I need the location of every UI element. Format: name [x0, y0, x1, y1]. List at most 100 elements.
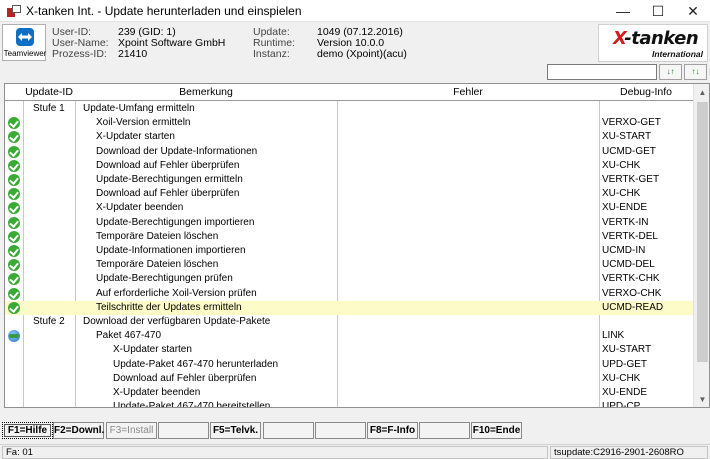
cell-debug-info: LINK — [602, 330, 625, 342]
table-row[interactable]: Teilschritte der Updates ermitteln UCMD-R… — [5, 300, 693, 315]
cell-bemerkung: X-Updater beenden — [113, 387, 201, 398]
cell-bemerkung: Update-Informationen importieren — [96, 245, 246, 256]
column-header-bemerkung[interactable]: Bemerkung — [75, 84, 337, 101]
cell-debug-info: VERTK-DEL — [602, 230, 658, 242]
function-key-3-button[interactable]: F3=Install — [106, 422, 157, 439]
table-row[interactable]: Download auf Fehler überprüfen XU-CHK — [5, 372, 693, 386]
table-row[interactable]: Stufe 2 Download der verfügbaren Update-P… — [5, 315, 693, 329]
cell-fehler — [341, 130, 597, 144]
cell-update-id — [33, 400, 75, 407]
table-row[interactable]: Download auf Fehler überprüfen XU-CHK — [5, 187, 693, 201]
table-row[interactable]: X-Updater beenden XU-ENDE — [5, 201, 693, 215]
cell-fehler — [341, 329, 597, 343]
cell-bemerkung: Update-Berechtigungen prüfen — [96, 273, 233, 285]
function-key-6-button[interactable] — [263, 422, 314, 439]
status-column-header[interactable] — [5, 84, 23, 101]
cell-bemerkung: X-Updater beenden — [96, 202, 184, 214]
table-row[interactable]: Update-Paket 467-470 herunterladen UPD-GE… — [5, 358, 693, 372]
cell-update-id — [33, 343, 75, 357]
teamviewer-icon — [16, 28, 34, 46]
table-row[interactable]: Paket 467-470 LINK — [5, 329, 693, 343]
cell-debug-info: XU-ENDE — [602, 387, 648, 398]
cell-debug-info: UCMD-DEL — [602, 259, 655, 271]
cell-bemerkung: X-Updater starten — [113, 344, 192, 356]
function-key-2-button[interactable]: F2=Downl. — [53, 422, 104, 439]
cell-update-id — [33, 130, 75, 144]
table-row[interactable]: Download der Update-Informationen UCMD-GE… — [5, 145, 693, 159]
cell-debug-info: VERTK-IN — [602, 216, 649, 228]
cell-bemerkung: Xoil-Version ermitteln — [96, 117, 191, 129]
minimize-button[interactable]: — — [606, 0, 640, 22]
cell-debug-info: XU-CHK — [602, 188, 641, 200]
table-row[interactable]: Stufe 1 Update-Umfang ermitteln — [5, 102, 693, 116]
scroll-up-icon[interactable]: ▲ — [694, 84, 709, 101]
function-key-7-button[interactable] — [315, 422, 366, 439]
cell-fehler — [341, 244, 597, 258]
table-row[interactable]: Update-Berechtigungen prüfen VERTK-CHK — [5, 272, 693, 286]
cell-fehler — [341, 201, 597, 215]
function-key-4-button[interactable] — [158, 422, 209, 439]
sort-descending-button[interactable]: ↑↓ — [684, 64, 707, 80]
status-firm: Fa: 01 — [2, 446, 548, 459]
scroll-thumb[interactable] — [697, 102, 708, 362]
function-key-10-button[interactable]: F10=Ende — [471, 422, 522, 439]
table-row[interactable]: X-Updater beenden XU-ENDE — [5, 386, 693, 400]
cell-fehler — [341, 187, 597, 201]
function-key-1-button[interactable]: F1=Hilfe — [2, 422, 53, 439]
logo-subtitle: International — [651, 49, 703, 59]
cell-fehler — [341, 386, 597, 400]
cell-update-id: Stufe 2 — [33, 316, 65, 327]
function-key-5-button[interactable]: F5=Telvk. — [210, 422, 261, 439]
cell-update-id: Stufe 1 — [33, 103, 65, 114]
table-header: Update-ID Bemerkung Fehler Debug-Info — [5, 84, 693, 101]
cell-fehler — [341, 372, 597, 386]
check-icon — [8, 159, 20, 172]
column-header-debug-info[interactable]: Debug-Info — [599, 84, 693, 101]
cell-fehler — [341, 315, 597, 329]
cell-debug-info: XU-START — [602, 344, 652, 356]
cell-debug-info: XU-CHK — [602, 159, 641, 171]
check-icon — [8, 174, 20, 186]
table-row[interactable]: Xoil-Version ermitteln VERXO-GET — [5, 116, 693, 130]
title-bar[interactable]: X-tanken Int. - Update herunterladen und… — [0, 0, 710, 22]
table-row[interactable]: X-Updater starten XU-START — [5, 343, 693, 357]
cell-bemerkung: Temporäre Dateien löschen — [96, 259, 219, 271]
cell-bemerkung: Download der verfügbaren Update-Pakete — [83, 316, 271, 327]
scroll-down-icon[interactable]: ▼ — [694, 391, 709, 407]
cell-debug-info: XU-START — [602, 131, 652, 143]
table-row[interactable]: Update-Informationen importieren UCMD-IN — [5, 244, 693, 258]
vertical-scrollbar[interactable]: ▲ ▼ — [693, 84, 709, 407]
table-row[interactable]: Auf erforderliche Xoil-Version prüfen VER… — [5, 287, 693, 301]
table-row[interactable]: Update-Berechtigungen importieren VERTK-I… — [5, 216, 693, 230]
instance-label: Instanz: — [253, 48, 290, 60]
table-row[interactable]: Update-Paket 467-470 bereitstellen UPD-CP — [5, 400, 693, 407]
cell-bemerkung: Download der Update-Informationen — [96, 145, 258, 157]
cell-update-id — [33, 386, 75, 400]
update-steps-table[interactable]: Update-ID Bemerkung Fehler Debug-Info St… — [4, 83, 710, 408]
check-icon — [8, 259, 20, 272]
check-icon — [8, 216, 20, 229]
table-row[interactable]: Temporäre Dateien löschen UCMD-DEL — [5, 258, 693, 272]
function-key-9-button[interactable] — [419, 422, 470, 439]
cell-update-id — [33, 187, 75, 201]
sort-ascending-button[interactable]: ↓↑ — [659, 64, 682, 80]
column-header-update-id[interactable]: Update-ID — [23, 84, 75, 101]
cell-fehler — [341, 358, 597, 372]
cell-update-id — [33, 230, 75, 244]
cell-debug-info: VERXO-GET — [602, 117, 661, 129]
maximize-button[interactable]: ☐ — [641, 0, 675, 22]
function-key-8-button[interactable]: F8=F-Info — [367, 422, 418, 439]
teamviewer-button[interactable]: Teamviewer — [2, 24, 46, 61]
column-header-fehler[interactable]: Fehler — [337, 84, 599, 101]
table-row[interactable]: Update-Berechtigungen ermitteln VERTK-GET — [5, 173, 693, 187]
close-button[interactable]: ✕ — [676, 0, 710, 22]
cell-fehler — [341, 343, 597, 357]
cell-bemerkung: Auf erforderliche Xoil-Version prüfen — [96, 287, 257, 299]
table-row[interactable]: X-Updater starten XU-START — [5, 130, 693, 144]
search-input[interactable] — [547, 64, 657, 80]
process-id-label: Prozess-ID: — [52, 48, 107, 60]
check-icon — [8, 131, 20, 144]
table-row[interactable]: Download auf Fehler überprüfen XU-CHK — [5, 159, 693, 173]
cell-debug-info — [602, 102, 692, 116]
table-row[interactable]: Temporäre Dateien löschen VERTK-DEL — [5, 230, 693, 244]
